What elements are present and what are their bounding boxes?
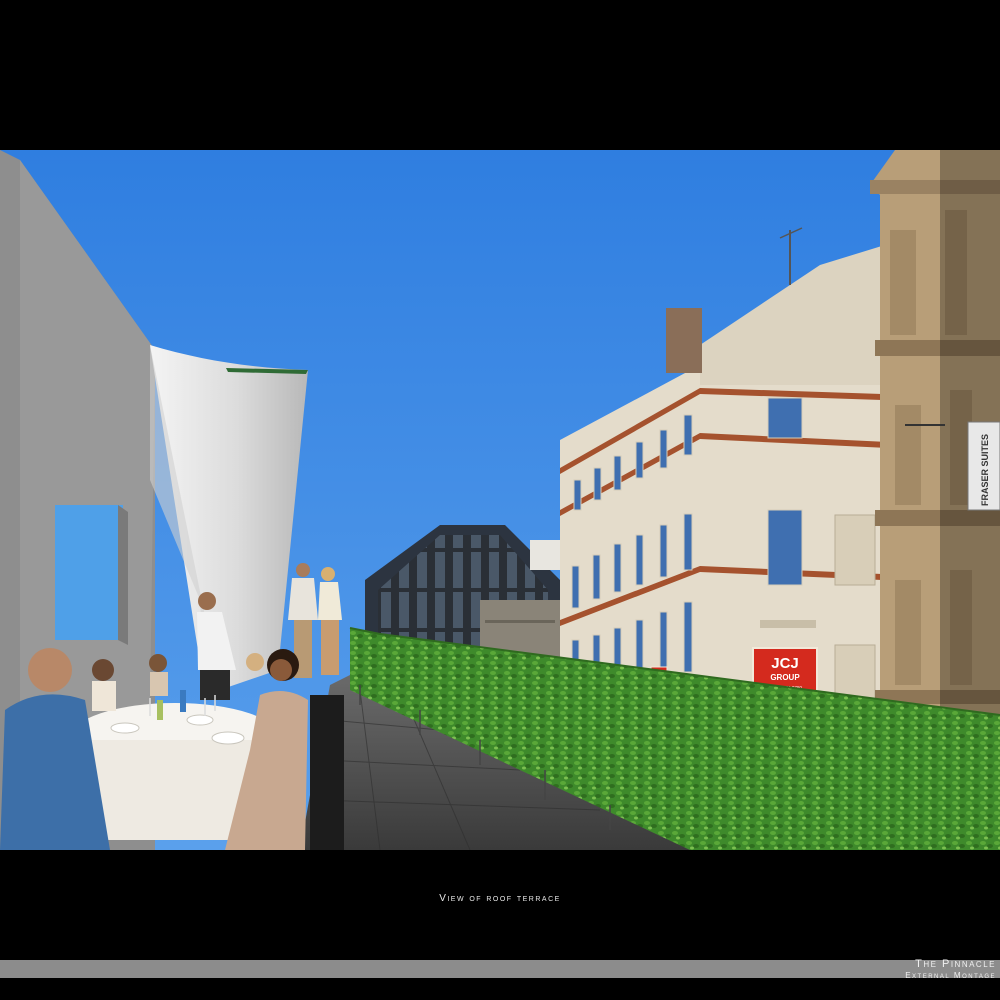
ornate-stone-building: FRASER SUITES bbox=[870, 150, 1000, 750]
svg-text:GROUP: GROUP bbox=[770, 673, 800, 682]
wall-window-opening bbox=[55, 505, 123, 640]
roof-terrace-photo-montage: JCJ GROUP t: 0141 634 8760 FRASER SUITES bbox=[0, 150, 1000, 850]
footer-title: The Pinnacle bbox=[915, 958, 996, 970]
footer-bar bbox=[0, 960, 1000, 978]
svg-text:FRASER SUITES: FRASER SUITES bbox=[980, 434, 990, 506]
footer-title-block: The Pinnacle External Montage bbox=[905, 958, 996, 981]
caption: View of roof terrace bbox=[439, 893, 561, 904]
footer-subtitle: External Montage bbox=[905, 971, 996, 980]
svg-text:JCJ: JCJ bbox=[771, 655, 799, 672]
